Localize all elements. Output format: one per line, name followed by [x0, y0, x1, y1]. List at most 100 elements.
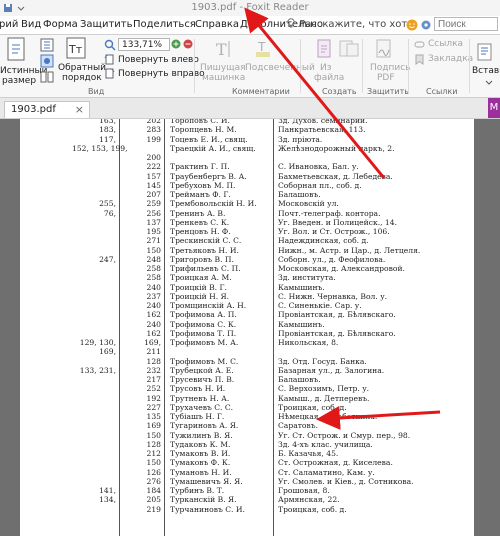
menu-item-form[interactable]: Форма	[43, 19, 78, 30]
page-layout-icon[interactable]	[40, 38, 54, 52]
rotate-left-icon	[104, 54, 114, 65]
highlight-button[interactable]: Подсвеченный	[245, 63, 315, 73]
page-ref-2: 150	[146, 245, 162, 255]
address: Московская, д. Александровой.	[278, 264, 405, 273]
menu-item-view[interactable]: Вид	[21, 19, 41, 30]
page-ref: 183,	[99, 125, 116, 135]
signature-icon	[376, 39, 391, 58]
typewriter-label2[interactable]: машинка	[202, 73, 245, 83]
address: Зд. 4-хъ клас. училища.	[278, 439, 373, 449]
sign-pdf-label2[interactable]: PDF	[377, 73, 395, 83]
address: Никольская, 8.	[278, 338, 339, 347]
tell-me-box[interactable]: Расскажите, что хотите	[286, 18, 414, 32]
page-ref-2: 205	[146, 495, 162, 505]
person-name: Тригоровъ В. П.	[170, 254, 234, 264]
from-file-label1[interactable]: Из	[320, 63, 332, 73]
person-name: Турбинъ В. Т.	[170, 486, 225, 495]
link-button[interactable]: Ссылка	[428, 39, 463, 49]
address: Соборная пл., соб. д.	[278, 180, 362, 190]
tab-label: 1903.pdf	[11, 104, 56, 115]
typewriter-label1[interactable]: Пишущая	[200, 63, 246, 73]
tab-document[interactable]: 1903.pdf ×	[4, 101, 90, 118]
person-name: Тренкевъ С. К.	[170, 217, 230, 227]
facing-page-icon[interactable]	[40, 70, 54, 84]
page-ref-2: 192	[146, 393, 162, 403]
insert-button[interactable]: Вставка	[472, 66, 500, 76]
search-input[interactable]	[434, 17, 498, 31]
page-ref-2: 212	[146, 449, 162, 458]
address: Ст. Острожная, д. Киселева.	[278, 458, 393, 468]
zoom-out-icon[interactable]	[183, 39, 193, 49]
bookmark-button[interactable]: Закладка	[428, 54, 473, 64]
page-ref-2: 207	[146, 190, 162, 199]
from-file-label2[interactable]: файла	[314, 73, 344, 83]
reverse-order-label1[interactable]: Обратный	[58, 63, 106, 73]
person-name: Трубецкой А. Е.	[170, 365, 234, 375]
person-name: Трактинъ Г. П.	[170, 162, 230, 172]
person-name: Троицкій Н. Я.	[170, 291, 230, 301]
sign-pdf-label1[interactable]: Подпись	[370, 63, 410, 73]
page-ref-2: 199	[146, 134, 162, 144]
tab-strip: 1903.pdf × М	[0, 98, 500, 119]
document-viewer[interactable]: 163, 202 Тороповъ С. И. Зд. Духов. семинари…	[0, 119, 500, 536]
page-ref-2: 202	[146, 119, 162, 125]
page-ref-2: 211	[146, 347, 162, 357]
side-panel-tab[interactable]: М	[488, 98, 500, 118]
create-extra-icon[interactable]	[338, 39, 360, 59]
continuous-page-icon[interactable]	[40, 54, 54, 68]
address: Уг. Вол. и Ст. Острож., 106.	[278, 227, 390, 236]
page-ref-2: 248	[146, 254, 162, 264]
address: Зд. Отд. Госуд. Банка.	[278, 356, 367, 366]
address: Провіантская, д. Бѣлявскаго.	[278, 328, 396, 338]
highlight-icon: T	[256, 40, 270, 57]
svg-text:T: T	[216, 40, 227, 59]
title-bar: 1903.pdf - Foxit Reader	[0, 0, 500, 17]
person-name: Траецкій А. И., свящ.	[170, 143, 256, 153]
chevron-down-icon[interactable]	[484, 79, 494, 87]
address: Нижн., м. Астр. и Цар., д. Летцеля.	[278, 245, 421, 255]
address: Зд. пріюта.	[278, 134, 323, 144]
page-ref-2: 276	[146, 476, 162, 486]
address: Армянская, 22.	[278, 495, 340, 505]
person-name: Требуховъ М. П.	[170, 180, 236, 190]
person-name: Тумашевичъ Я. Я.	[170, 476, 243, 486]
ribbon-separator	[469, 39, 470, 93]
ribbon-toolbar: Истинный размер Tт Обратный порядок 133,…	[0, 35, 500, 98]
menu-item-help[interactable]: Справка	[195, 19, 239, 30]
person-name: Тумаковъ В. И.	[170, 449, 231, 458]
person-name: Третьяковъ Н. И.	[170, 245, 239, 255]
address: Грошовая, 8.	[278, 486, 330, 495]
address: С. Синенькіе. Сар. у.	[278, 301, 362, 310]
page-ref-2: 169	[146, 421, 162, 431]
reverse-order-label2[interactable]: порядок	[62, 73, 102, 83]
zoom-select[interactable]: 133,71%	[118, 38, 170, 51]
menu-item-share[interactable]: Поделиться	[133, 19, 196, 30]
rotate-left-button[interactable]: Повернуть влево	[118, 55, 199, 65]
person-name: Трофимова С. К.	[170, 319, 237, 329]
close-icon[interactable]: ×	[75, 103, 84, 116]
page-ref-2: 232	[146, 365, 162, 375]
page-ref-2: 195	[146, 227, 162, 236]
zoom-icon[interactable]	[104, 39, 116, 51]
address: Саратовъ.	[278, 421, 319, 431]
ribbon-separator	[362, 39, 363, 93]
page-ref-2: 162	[146, 328, 162, 338]
page-ref-2: 240	[146, 319, 162, 329]
smiley-icon[interactable]	[406, 19, 418, 31]
person-name: Тренцовъ Н. Ф.	[170, 227, 231, 236]
person-name: Тумановъ Н. И.	[170, 467, 232, 477]
menu-item-protect[interactable]: Защитить	[80, 19, 133, 30]
person-name: Турканскій В. Я.	[170, 495, 237, 505]
zoom-in-icon[interactable]	[171, 39, 181, 49]
typewriter-icon: T	[216, 40, 230, 59]
address: Балашовъ.	[278, 375, 321, 384]
person-name: Трусовъ Н. И.	[170, 384, 226, 394]
menu-item-file[interactable]: рий	[0, 19, 18, 30]
actual-size-label2[interactable]: размер	[2, 76, 36, 86]
address: Троицкая, соб. д.	[278, 504, 347, 514]
rotate-right-button[interactable]: Повернуть вправо	[118, 69, 205, 79]
menu-bar: рий Вид Форма Защитить Поделиться Справк…	[0, 16, 500, 35]
gear-icon[interactable]	[420, 19, 432, 31]
page-ref-2: 200	[146, 153, 162, 162]
page-ref: 255,	[99, 199, 116, 209]
